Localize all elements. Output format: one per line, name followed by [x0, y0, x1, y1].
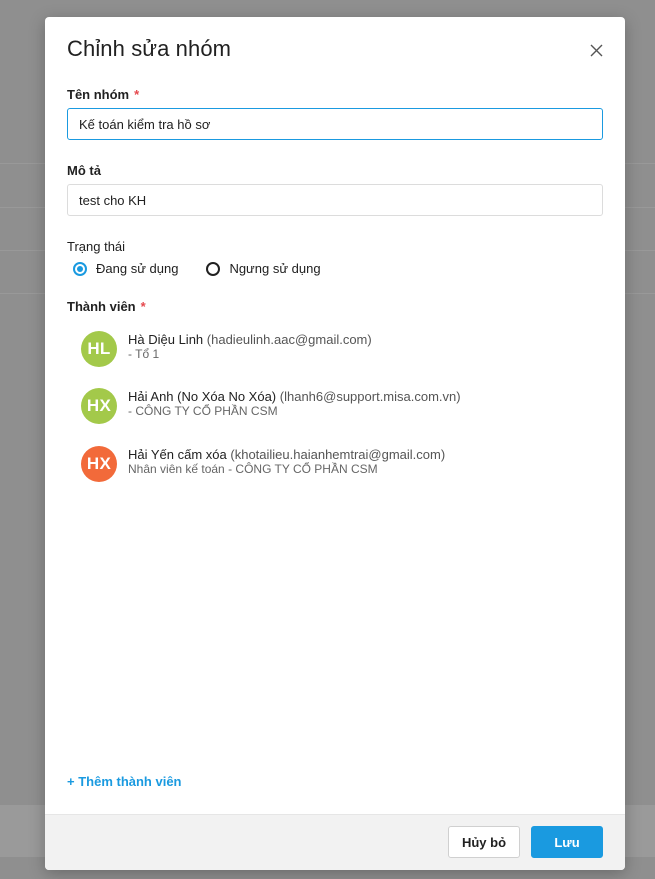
avatar: HX: [81, 446, 117, 482]
member-item: HX Hải Anh (No Xóa No Xóa) (lhanh6@suppo…: [81, 388, 461, 424]
description-label: Mô tả: [67, 163, 101, 178]
dialog-title: Chỉnh sửa nhóm: [67, 36, 232, 61]
group-name-label: Tên nhóm *: [67, 87, 139, 102]
close-button[interactable]: [585, 39, 607, 61]
member-name: Hải Anh (No Xóa No Xóa): [128, 389, 277, 404]
member-email: (lhanh6@support.misa.com.vn): [279, 389, 461, 404]
status-label: Trạng thái: [67, 239, 126, 254]
members-label-text: Thành viên: [67, 299, 136, 314]
member-info: Hải Yến cấm xóa (khotailieu.haianhemtrai…: [128, 446, 445, 477]
member-info: Hà Diệu Linh (hadieulinh.aac@gmail.com) …: [128, 331, 372, 362]
description-input[interactable]: [67, 184, 603, 216]
avatar: HL: [81, 331, 117, 367]
avatar: HX: [81, 388, 117, 424]
group-name-label-text: Tên nhóm: [67, 87, 130, 102]
member-name: Hải Yến cấm xóa: [128, 447, 227, 462]
group-name-input[interactable]: [67, 108, 603, 140]
member-name-line: Hải Anh (No Xóa No Xóa) (lhanh6@support.…: [128, 389, 461, 404]
member-name-line: Hải Yến cấm xóa (khotailieu.haianhemtrai…: [128, 447, 445, 462]
status-option-active[interactable]: Đang sử dụng: [73, 261, 178, 276]
member-email: (hadieulinh.aac@gmail.com): [206, 332, 372, 347]
member-email: (khotailieu.haianhemtrai@gmail.com): [230, 447, 446, 462]
radio-unchecked-icon: [206, 261, 221, 276]
save-button[interactable]: Lưu: [531, 826, 603, 858]
radio-checked-icon: [73, 261, 87, 276]
member-detail: Nhân viên kế toán - CÔNG TY CỔ PHẦN CSM: [128, 462, 378, 476]
required-mark: *: [140, 299, 146, 314]
required-mark: *: [134, 87, 140, 102]
member-detail: - Tổ 1: [128, 347, 160, 361]
member-item: HL Hà Diệu Linh (hadieulinh.aac@gmail.co…: [81, 331, 372, 367]
close-icon: [590, 44, 602, 56]
dialog-footer: Hủy bỏ Lưu: [45, 814, 625, 870]
cancel-button[interactable]: Hủy bỏ: [448, 826, 520, 858]
add-member-link[interactable]: + Thêm thành viên: [67, 774, 182, 789]
status-option-inactive-label: Ngưng sử dụng: [229, 261, 321, 276]
member-info: Hải Anh (No Xóa No Xóa) (lhanh6@support.…: [128, 388, 461, 419]
member-detail: - CÔNG TY CỔ PHẦN CSM: [128, 404, 278, 418]
status-option-active-label: Đang sử dụng: [96, 261, 179, 276]
status-radio-group: Đang sử dụng Ngưng sử dụng: [73, 261, 349, 276]
edit-group-dialog: Chỉnh sửa nhóm Tên nhóm * Mô tả Trạng thá…: [45, 17, 625, 870]
member-name-line: Hà Diệu Linh (hadieulinh.aac@gmail.com): [128, 332, 372, 347]
members-label: Thành viên *: [67, 299, 146, 314]
member-name: Hà Diệu Linh: [128, 332, 204, 347]
member-item: HX Hải Yến cấm xóa (khotailieu.haianhemt…: [81, 446, 445, 482]
status-option-inactive[interactable]: Ngưng sử dụng: [206, 261, 321, 276]
